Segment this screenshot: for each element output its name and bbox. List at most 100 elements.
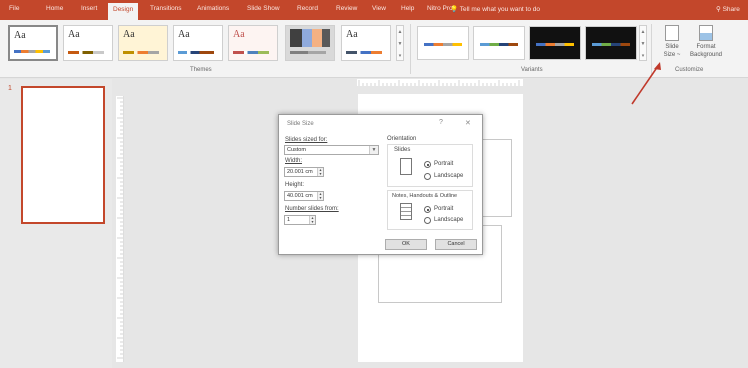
slide-number: 1 <box>8 85 12 92</box>
slide-size-dialog: Slide Size ? ✕ Slides sized for: Custom … <box>278 114 483 255</box>
number-spinner-icon[interactable]: ▲ ▼ <box>309 216 315 224</box>
theme-gallery-item[interactable]: Aa <box>118 25 168 61</box>
tab-slide-show[interactable]: Slide Show <box>247 5 280 12</box>
theme-sample-text: Aa <box>178 29 190 40</box>
themes-gallery-scroll[interactable]: ▲ ▼ ▾ <box>396 25 404 61</box>
variants-group-label: Variants <box>521 67 543 73</box>
theme-color-swatch <box>233 51 269 54</box>
vertical-ruler <box>116 96 124 362</box>
slide-thumbnail-pane: 1 <box>0 79 112 368</box>
tab-transitions[interactable]: Transitions <box>150 5 182 12</box>
theme-gallery-item[interactable] <box>285 25 335 61</box>
share-label: Share <box>722 6 740 13</box>
tab-home[interactable]: Home <box>46 5 63 12</box>
format-background-button[interactable]: Format Background <box>686 25 726 59</box>
height-label: Height: <box>285 182 305 188</box>
ruler-ticks <box>358 80 520 86</box>
slides-group-label: Slides <box>394 147 411 153</box>
variants-gallery-scroll[interactable]: ▲ ▼ ▾ <box>639 25 647 61</box>
person-icon: ⚲ <box>716 6 723 13</box>
theme-gallery-item[interactable]: Aa <box>341 25 391 61</box>
customize-group-label: Customize <box>675 67 704 73</box>
orientation-label: Orientation <box>387 136 417 142</box>
help-icon[interactable]: ? <box>439 119 443 126</box>
chevron-down-icon: ▼ <box>369 146 378 154</box>
variant-item[interactable] <box>473 26 525 60</box>
slides-landscape-radio[interactable] <box>424 173 431 180</box>
themes-group-label: Themes <box>190 67 212 73</box>
format-background-label-2: Background <box>689 52 723 58</box>
cancel-button[interactable]: Cancel <box>435 239 477 250</box>
tab-file[interactable]: File <box>9 5 19 12</box>
height-spinner-icon[interactable]: ▲ ▼ <box>317 192 323 200</box>
notes-landscape-label: Landscape <box>434 217 464 223</box>
ribbon-tab-bar: File Home Insert Design Transitions Anim… <box>0 0 748 20</box>
theme-gallery-item[interactable]: Aa <box>173 25 223 61</box>
dialog-title: Slide Size <box>287 121 314 127</box>
tab-design[interactable]: Design <box>108 3 139 20</box>
number-slides-from-input[interactable]: 1 ▲ ▼ <box>284 215 316 225</box>
variant-item[interactable] <box>529 26 581 60</box>
slide-size-icon <box>665 25 679 41</box>
share-button[interactable]: ⚲ Share <box>716 5 740 13</box>
format-background-label-1: Format <box>696 44 716 50</box>
variant-color-strip <box>424 43 462 46</box>
theme-gallery-item[interactable]: Aa <box>8 25 58 61</box>
height-value: 40.001 cm <box>287 193 313 199</box>
number-slides-from-label: Number slides from: <box>285 206 339 212</box>
theme-sample-text: Aa <box>346 29 358 40</box>
format-background-icon <box>699 25 713 41</box>
ok-button[interactable]: OK <box>385 239 427 250</box>
slides-sized-for-dropdown[interactable]: Custom ▼ <box>284 145 379 155</box>
variant-item[interactable] <box>417 26 469 60</box>
close-icon[interactable]: ✕ <box>465 119 471 127</box>
slide-size-label-1: Slide <box>665 44 679 50</box>
tab-record[interactable]: Record <box>297 5 318 12</box>
slide-size-button[interactable]: Slide Size ~ <box>655 25 689 59</box>
theme-gallery-item[interactable]: Aa <box>63 25 113 61</box>
theme-color-swatch <box>178 51 214 54</box>
theme-thumbnail <box>290 29 330 47</box>
tell-me-search[interactable]: 💡 Tell me what you want to do <box>450 5 540 13</box>
ruler-ticks <box>117 97 123 359</box>
tab-help[interactable]: Help <box>401 5 414 12</box>
portrait-page-icon <box>400 158 412 175</box>
theme-gallery-item[interactable]: Aa <box>228 25 278 61</box>
tab-view[interactable]: View <box>372 5 386 12</box>
variant-color-strip <box>592 43 630 46</box>
theme-color-swatch <box>346 51 382 54</box>
theme-color-swatch <box>68 51 104 54</box>
variant-color-strip <box>536 43 574 46</box>
slides-landscape-label: Landscape <box>434 173 464 179</box>
horizontal-ruler <box>357 79 523 86</box>
tab-nitro-pro[interactable]: Nitro Pro <box>427 5 453 12</box>
theme-color-swatch <box>123 51 159 54</box>
slides-sized-for-value: Custom <box>287 147 306 153</box>
theme-sample-text: Aa <box>68 29 80 40</box>
slides-orientation-group: Slides Portrait Landscape <box>387 144 473 187</box>
notes-orientation-group: Notes, Handouts & Outline Portrait Lands… <box>387 190 473 230</box>
notes-page-icon <box>400 203 412 220</box>
notes-portrait-label: Portrait <box>434 206 454 212</box>
theme-sample-text: Aa <box>233 29 245 40</box>
tab-review[interactable]: Review <box>336 5 357 12</box>
height-input[interactable]: 40.001 cm ▲ ▼ <box>284 191 324 201</box>
tab-animations[interactable]: Animations <box>197 5 229 12</box>
width-spinner-icon[interactable]: ▲ ▼ <box>317 168 323 176</box>
slides-portrait-label: Portrait <box>434 161 454 167</box>
width-value: 20.001 cm <box>287 169 313 175</box>
group-divider <box>410 24 411 74</box>
tab-insert[interactable]: Insert <box>81 5 97 12</box>
notes-landscape-radio[interactable] <box>424 217 431 224</box>
slide-thumbnail[interactable] <box>21 86 105 224</box>
notes-portrait-radio[interactable] <box>424 206 431 213</box>
width-input[interactable]: 20.001 cm ▲ ▼ <box>284 167 324 177</box>
slides-portrait-radio[interactable] <box>424 161 431 168</box>
notes-group-label: Notes, Handouts & Outline <box>392 193 458 199</box>
theme-color-swatch <box>290 51 326 54</box>
theme-color-swatch <box>14 50 50 53</box>
theme-sample-text: Aa <box>123 29 135 40</box>
variant-item[interactable] <box>585 26 637 60</box>
variant-color-strip <box>480 43 518 46</box>
number-slides-from-value: 1 <box>287 217 291 223</box>
